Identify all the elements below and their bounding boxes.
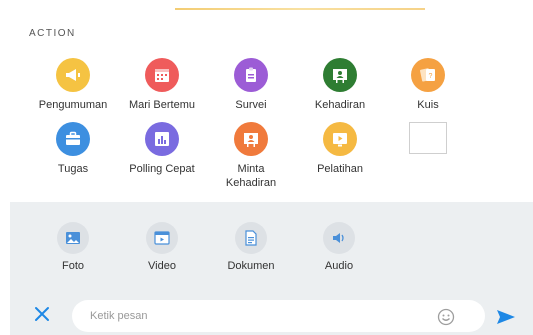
top-strip: [0, 0, 533, 14]
training-play-icon: [323, 122, 357, 156]
action-survei[interactable]: Survei: [211, 58, 291, 112]
audio-icon: [323, 222, 355, 254]
action-kehadiran[interactable]: Kehadiran: [300, 58, 380, 112]
attach-dokumen-button[interactable]: Dokumen: [216, 222, 286, 272]
clipboard-icon: [234, 58, 268, 92]
attach-foto-button[interactable]: Foto: [38, 222, 108, 272]
attachment-panel: Foto Video Dokumen Audio: [10, 202, 533, 292]
top-divider: [175, 8, 425, 10]
megaphone-icon: [56, 58, 90, 92]
close-icon[interactable]: [32, 304, 52, 324]
action-kuis[interactable]: ? Kuis: [388, 58, 468, 112]
poll-chart-icon: [145, 122, 179, 156]
message-input[interactable]: [72, 300, 485, 332]
attach-label: Audio: [324, 260, 354, 272]
action-polling-cepat[interactable]: Polling Cepat: [122, 122, 202, 176]
action-pengumuman[interactable]: Pengumuman: [33, 58, 113, 112]
action-label: Kehadiran: [314, 99, 366, 111]
action-label: Tugas: [57, 163, 89, 175]
video-icon: [146, 222, 178, 254]
attach-label: Dokumen: [227, 260, 275, 272]
action-minta-kehadiran[interactable]: Minta Kehadiran: [211, 122, 291, 191]
action-label: Pengumuman: [38, 99, 108, 111]
section-title: ACTION: [29, 28, 76, 39]
emoji-icon[interactable]: [437, 308, 455, 326]
action-label: Polling Cepat: [129, 163, 195, 175]
svg-text:?: ?: [429, 73, 433, 80]
action-mari-bertemu[interactable]: Mari Bertemu: [122, 58, 202, 112]
composer-bar: [10, 292, 533, 335]
action-label: Pelatihan: [317, 163, 363, 175]
photo-icon: [57, 222, 89, 254]
empty-action-slot[interactable]: [409, 122, 447, 154]
attach-label: Video: [148, 260, 176, 272]
action-tugas[interactable]: Tugas: [33, 122, 113, 176]
attach-video-button[interactable]: Video: [127, 222, 197, 272]
action-label: Survei: [235, 99, 267, 111]
action-label: Mari Bertemu: [128, 99, 196, 111]
send-icon[interactable]: [495, 306, 517, 328]
attendance-board-icon: [323, 58, 357, 92]
briefcase-icon: [56, 122, 90, 156]
document-icon: [235, 222, 267, 254]
action-label: Kuis: [417, 99, 439, 111]
action-label: Minta Kehadiran: [225, 163, 277, 190]
quiz-cards-icon: ?: [411, 58, 445, 92]
calendar-icon: [145, 58, 179, 92]
action-pelatihan[interactable]: Pelatihan: [300, 122, 380, 176]
request-attendance-icon: [234, 122, 268, 156]
attach-audio-button[interactable]: Audio: [304, 222, 374, 272]
attach-label: Foto: [61, 260, 84, 272]
